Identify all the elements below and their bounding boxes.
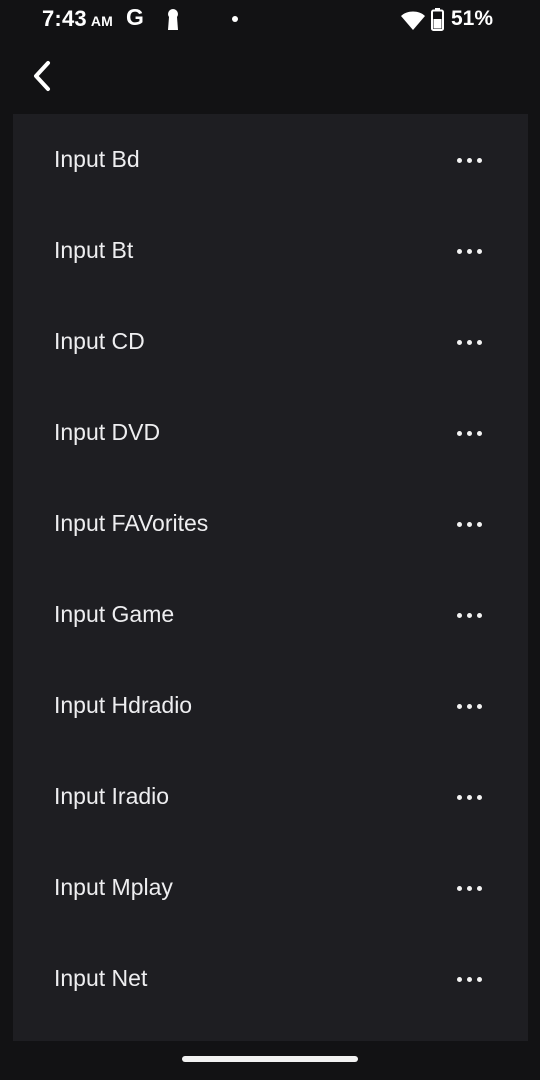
more-dot: [456, 794, 462, 800]
more-dot: [466, 885, 472, 891]
more-dot: [476, 157, 482, 163]
list-item-label: Input Iradio: [54, 783, 170, 809]
more-dot: [476, 248, 482, 254]
more-dot: [456, 339, 462, 345]
more-horizontal-icon: [456, 976, 482, 982]
more-dot: [466, 430, 472, 436]
chevron-left-icon: [34, 61, 50, 91]
more-options-button[interactable]: [443, 779, 495, 815]
more-options-button[interactable]: [443, 233, 495, 269]
more-options-button[interactable]: [443, 506, 495, 542]
keyhole-icon: [168, 9, 178, 30]
more-dot: [476, 612, 482, 618]
list-item-label: Input Hdradio: [54, 692, 193, 718]
more-dot: [466, 703, 472, 709]
more-dot: [456, 157, 462, 163]
more-dot: [456, 703, 462, 709]
more-horizontal-icon: [456, 248, 482, 254]
more-options-button[interactable]: [443, 870, 495, 906]
list-item[interactable]: Input Hdradio: [13, 660, 528, 751]
list-item-label: Input Net: [54, 965, 148, 991]
more-dot: [476, 703, 482, 709]
more-dot: [456, 248, 462, 254]
wifi-icon: [401, 11, 425, 30]
more-options-button[interactable]: [443, 415, 495, 451]
more-dot: [466, 248, 472, 254]
input-list: Input Bd Input Bt Input CD Input DVD Input F…: [13, 114, 528, 1041]
notification-dot-icon: [232, 16, 238, 22]
list-item[interactable]: Input Bt: [13, 205, 528, 296]
list-item-label: Input Bd: [54, 146, 140, 172]
list-item-label: Input Game: [54, 601, 175, 627]
more-dot: [476, 521, 482, 527]
more-dot: [476, 794, 482, 800]
more-horizontal-icon: [456, 521, 482, 527]
status-bar: 7:43 AM G 51%: [0, 0, 540, 42]
more-dot: [456, 521, 462, 527]
status-ampm: AM: [90, 13, 114, 29]
more-horizontal-icon: [456, 430, 482, 436]
more-dot: [466, 976, 472, 982]
more-dot: [466, 794, 472, 800]
list-item[interactable]: Input Net: [13, 933, 528, 1024]
more-dot: [466, 157, 472, 163]
status-time-value: 7:43: [42, 6, 87, 31]
more-horizontal-icon: [456, 794, 482, 800]
more-dot: [456, 976, 462, 982]
battery-icon: [431, 8, 444, 31]
list-item[interactable]: Input Bd: [13, 114, 528, 205]
more-dot: [476, 339, 482, 345]
list-item[interactable]: Input Iradio: [13, 751, 528, 842]
more-options-button[interactable]: [443, 688, 495, 724]
more-horizontal-icon: [456, 703, 482, 709]
battery-percent: 51%: [451, 7, 494, 30]
more-dot: [476, 430, 482, 436]
list-item[interactable]: Input CD: [13, 296, 528, 387]
more-dot: [466, 612, 472, 618]
home-indicator[interactable]: [182, 1056, 358, 1062]
more-horizontal-icon: [456, 157, 482, 163]
status-time: 7:43 AM: [42, 6, 113, 32]
more-options-button[interactable]: [443, 142, 495, 178]
more-dot: [476, 885, 482, 891]
list-item-label: Input CD: [54, 328, 145, 354]
more-horizontal-icon: [456, 339, 482, 345]
more-options-button[interactable]: [443, 324, 495, 360]
more-options-button[interactable]: [443, 961, 495, 997]
list-item[interactable]: Input Mplay: [13, 842, 528, 933]
list-item[interactable]: Input Game: [13, 569, 528, 660]
list-item-label: Input Bt: [54, 237, 134, 263]
more-options-button[interactable]: [443, 597, 495, 633]
list-item-label: Input Mplay: [54, 874, 173, 900]
more-dot: [476, 976, 482, 982]
more-dot: [456, 612, 462, 618]
list-item[interactable]: Input DVD: [13, 387, 528, 478]
screen: 7:43 AM G 51% Input Bd Input Bt Input CD Inp…: [0, 0, 540, 1080]
more-dot: [456, 430, 462, 436]
more-dot: [466, 339, 472, 345]
list-item-label: Input FAVorites: [54, 510, 209, 536]
back-button[interactable]: [22, 54, 62, 98]
more-dot: [466, 521, 472, 527]
list-item-label: Input DVD: [54, 419, 161, 445]
google-icon: G: [126, 4, 144, 30]
more-horizontal-icon: [456, 885, 482, 891]
more-dot: [456, 885, 462, 891]
more-horizontal-icon: [456, 612, 482, 618]
list-item[interactable]: Input FAVorites: [13, 478, 528, 569]
